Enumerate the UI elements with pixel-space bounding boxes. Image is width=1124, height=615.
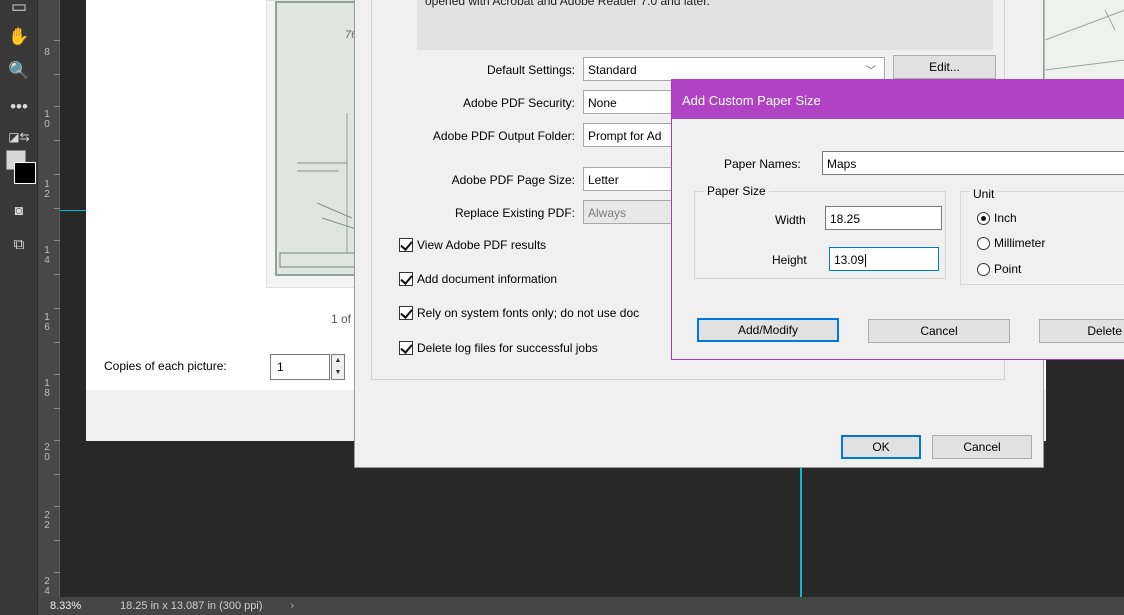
edit-settings-button[interactable]: Edit... bbox=[893, 55, 996, 79]
checkbox-checked-icon[interactable] bbox=[399, 272, 413, 286]
quick-mask-icon[interactable]: ◙ bbox=[5, 197, 33, 223]
guide-line bbox=[800, 468, 802, 597]
chevron-right-icon[interactable]: › bbox=[291, 600, 295, 612]
checkbox-label: Delete log files for successful jobs bbox=[417, 341, 598, 355]
foreground-color-swatch[interactable] bbox=[14, 162, 36, 184]
tool-icon[interactable]: ▭ bbox=[5, 0, 33, 16]
paper-names-input[interactable]: Maps bbox=[822, 151, 1124, 175]
height-input[interactable]: 13.09 bbox=[829, 247, 939, 271]
copies-label: Copies of each picture: bbox=[104, 359, 227, 373]
width-input[interactable]: 18.25 bbox=[825, 206, 942, 230]
radio-unselected-icon[interactable] bbox=[977, 236, 990, 250]
chevron-down-icon: ﹀ bbox=[866, 66, 876, 77]
replace-existing-select: Always bbox=[583, 200, 683, 224]
ruler-label: 1 0 bbox=[44, 109, 50, 130]
page-size-select[interactable]: Letter bbox=[583, 167, 683, 191]
height-label: Height bbox=[772, 253, 807, 267]
dialog-title: Add Custom Paper Size bbox=[682, 93, 821, 108]
paper-size-group-label: Paper Size bbox=[704, 184, 769, 198]
default-settings-value: Standard bbox=[588, 63, 637, 77]
settings-description-box: opened with Acrobat and Adobe Reader 7.0… bbox=[417, 0, 993, 50]
checkbox-label: Rely on system fonts only; do not use do… bbox=[417, 306, 640, 320]
height-value: 13.09 bbox=[834, 253, 865, 267]
page-size-label: Adobe PDF Page Size: bbox=[451, 173, 575, 187]
add-modify-button[interactable]: Add/Modify bbox=[697, 318, 839, 342]
settings-description: opened with Acrobat and Adobe Reader 7.0… bbox=[425, 0, 710, 8]
ruler-label: 8 bbox=[44, 47, 50, 58]
page-count: 1 of bbox=[331, 312, 352, 326]
radio-label: Inch bbox=[994, 211, 1017, 225]
delete-log-files-checkbox[interactable]: Delete log files for successful jobs bbox=[399, 341, 598, 355]
unit-millimeter-radio[interactable]: Millimeter bbox=[977, 236, 1045, 250]
unit-inch-radio[interactable]: Inch bbox=[977, 211, 1017, 225]
delete-button[interactable]: Delete bbox=[1039, 319, 1124, 343]
zoom-tool-icon[interactable]: 🔍 bbox=[5, 58, 33, 84]
vertical-ruler: 8 1 0 1 2 1 4 1 6 1 8 2 0 2 2 2 4 bbox=[38, 0, 60, 597]
paper-cancel-button[interactable]: Cancel bbox=[868, 319, 1010, 343]
width-label: Width bbox=[775, 213, 806, 227]
pdf-security-label: Adobe PDF Security: bbox=[462, 96, 575, 110]
guide-line bbox=[60, 210, 86, 211]
checkbox-checked-icon[interactable] bbox=[399, 238, 413, 252]
paper-names-label: Paper Names: bbox=[724, 157, 801, 171]
view-pdf-results-checkbox[interactable]: View Adobe PDF results bbox=[399, 238, 546, 252]
checkbox-label: Add document information bbox=[417, 272, 558, 286]
stepper-down-icon[interactable]: ▼ bbox=[332, 367, 344, 379]
default-settings-select[interactable]: Standard ﹀ bbox=[583, 57, 885, 81]
checkbox-checked-icon[interactable] bbox=[399, 341, 413, 355]
swap-colors-icon[interactable]: ◪⇆ bbox=[5, 124, 33, 150]
ruler-label: 2 4 bbox=[44, 576, 50, 597]
copies-input[interactable]: 1 bbox=[270, 354, 330, 380]
ruler-label: 1 8 bbox=[44, 378, 50, 399]
copies-stepper[interactable]: ▲ ▼ bbox=[331, 354, 345, 380]
more-tools-icon[interactable]: ••• bbox=[5, 94, 33, 120]
ruler-label: 1 6 bbox=[44, 312, 50, 333]
document-info: 18.25 in x 13.087 in (300 ppi) bbox=[120, 600, 263, 612]
unit-point-radio[interactable]: Point bbox=[977, 262, 1021, 276]
tools-panel: ▭ ✋ 🔍 ••• ◪⇆ ◙ ⧉ bbox=[0, 0, 38, 615]
radio-selected-icon[interactable] bbox=[977, 211, 990, 225]
default-settings-label: Default Settings: bbox=[486, 63, 575, 77]
pdf-security-select[interactable]: None bbox=[583, 90, 683, 114]
text-cursor bbox=[865, 254, 867, 268]
zoom-level[interactable]: 8.33% bbox=[38, 600, 81, 612]
screen-mode-icon[interactable]: ⧉ bbox=[5, 231, 33, 257]
cancel-button[interactable]: Cancel bbox=[932, 435, 1032, 459]
radio-label: Point bbox=[994, 262, 1022, 276]
ruler-label: 1 4 bbox=[44, 245, 50, 266]
ruler-label: 2 2 bbox=[44, 510, 50, 531]
checkbox-label: View Adobe PDF results bbox=[417, 238, 547, 252]
add-document-info-checkbox[interactable]: Add document information bbox=[399, 272, 557, 286]
hand-tool-icon[interactable]: ✋ bbox=[5, 24, 33, 50]
ruler-label: 1 2 bbox=[44, 179, 50, 200]
system-fonts-checkbox[interactable]: Rely on system fonts only; do not use do… bbox=[399, 306, 639, 320]
output-folder-label: Adobe PDF Output Folder: bbox=[432, 129, 575, 143]
stepper-up-icon[interactable]: ▲ bbox=[332, 355, 344, 367]
replace-existing-label: Replace Existing PDF: bbox=[454, 206, 575, 220]
radio-unselected-icon[interactable] bbox=[977, 262, 990, 276]
ok-button[interactable]: OK bbox=[841, 435, 921, 459]
unit-group-label: Unit bbox=[970, 187, 998, 201]
dialog-title-bar[interactable]: Add Custom Paper Size bbox=[672, 79, 1124, 119]
add-custom-paper-size-dialog: Add Custom Paper Size Paper Names: Maps … bbox=[671, 79, 1124, 360]
status-bar: 8.33% 18.25 in x 13.087 in (300 ppi) › bbox=[38, 597, 1124, 615]
ruler-label: 2 0 bbox=[44, 442, 50, 463]
checkbox-checked-icon[interactable] bbox=[399, 306, 413, 320]
output-folder-select[interactable]: Prompt for Ad bbox=[583, 123, 683, 147]
radio-label: Millimeter bbox=[994, 236, 1046, 250]
